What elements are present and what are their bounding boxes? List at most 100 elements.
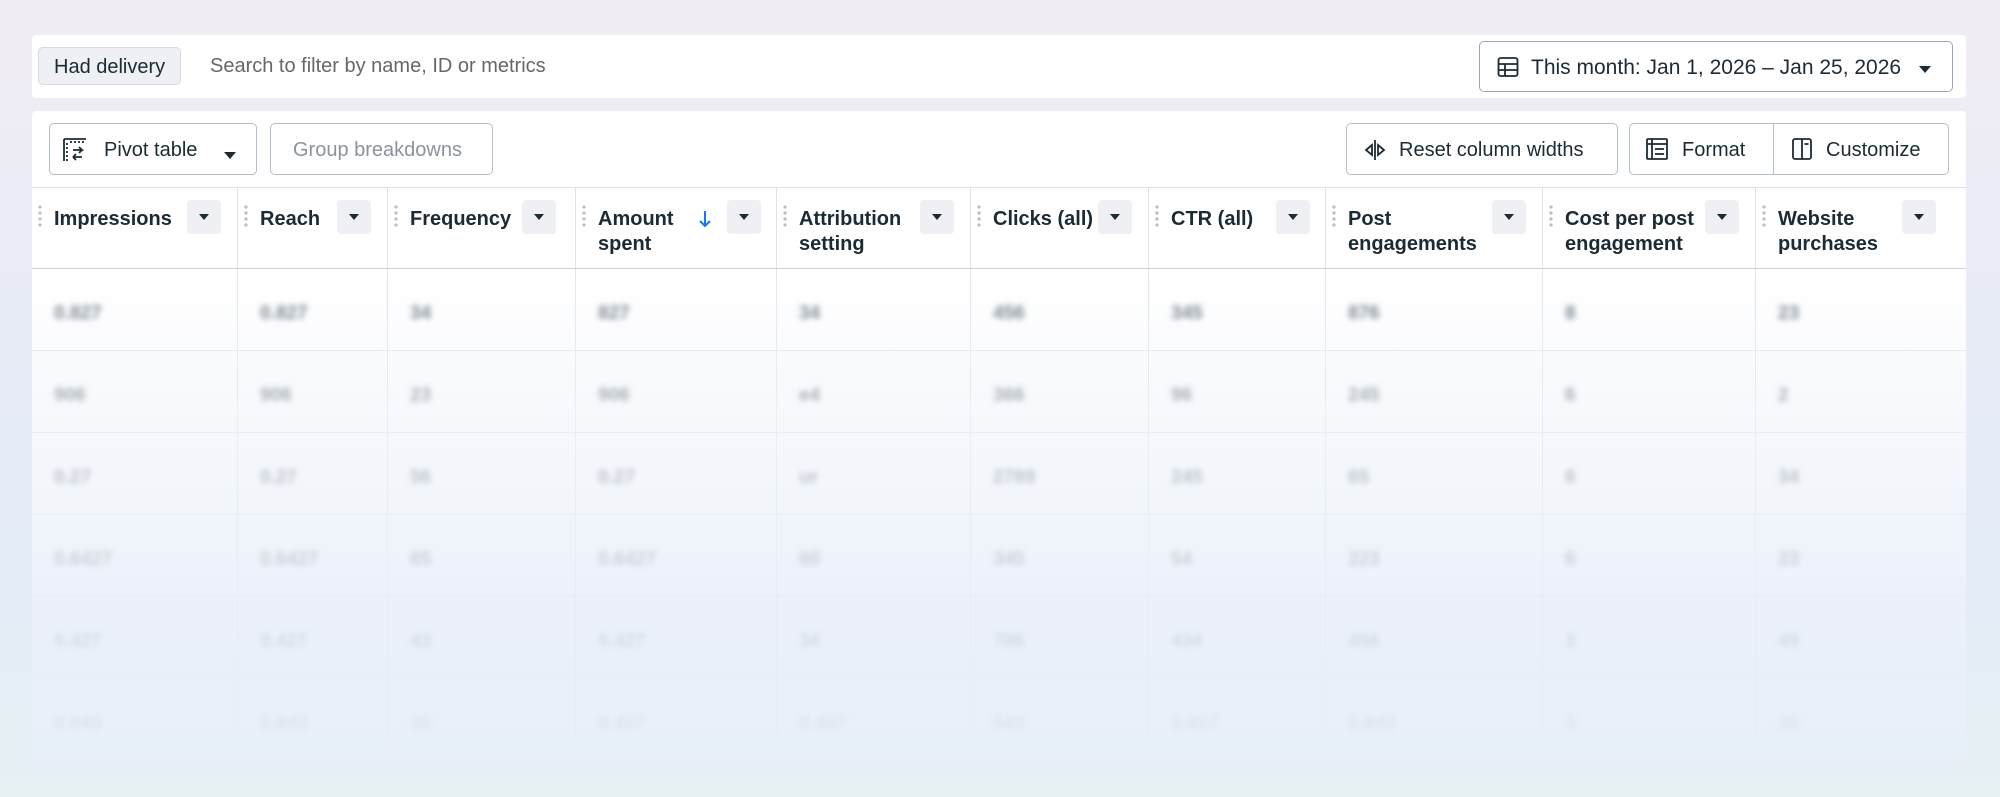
drag-handle-icon[interactable] xyxy=(783,204,787,228)
cell-value: 0.643 xyxy=(1348,713,1396,734)
cell-value: 245 xyxy=(1171,467,1203,488)
cell-value: 0.427 xyxy=(598,713,646,734)
drag-handle-icon[interactable] xyxy=(1762,204,1766,228)
column-menu-button[interactable] xyxy=(522,200,556,234)
table-cell: 3 xyxy=(1543,679,1756,761)
table-cell: 223 xyxy=(1326,515,1543,597)
cell-value: 366 xyxy=(993,385,1025,406)
drag-handle-icon[interactable] xyxy=(582,204,586,228)
column-menu-button[interactable] xyxy=(1902,200,1936,234)
column-header[interactable]: Amount spent xyxy=(576,188,777,268)
column-header[interactable]: Reach xyxy=(238,188,388,268)
table-cell: 345 xyxy=(1149,269,1326,351)
report-panel: Pivot table Group breakdowns Reset colum… xyxy=(32,111,1966,765)
column-header-line: Post xyxy=(1348,208,1392,230)
drag-handle-icon[interactable] xyxy=(1155,204,1159,228)
table-cell: 0.643 xyxy=(32,679,238,761)
drag-handle-icon[interactable] xyxy=(38,204,42,228)
column-header-label: CTR (all) xyxy=(1171,207,1253,232)
table-cell: 876 xyxy=(1326,269,1543,351)
cell-value: 23 xyxy=(410,385,432,406)
column-menu-button[interactable] xyxy=(1705,200,1739,234)
cell-value: 786 xyxy=(993,631,1025,652)
cell-value: 96 xyxy=(1171,385,1193,406)
table-row[interactable]: 0.827 0.827 34 827 34 456 345 876 8 23 xyxy=(32,269,1966,351)
column-header-line: engagements xyxy=(1348,233,1477,255)
chevron-down-icon xyxy=(1918,62,1932,80)
chevron-down-icon xyxy=(199,214,209,220)
column-header[interactable]: Website purchases xyxy=(1756,188,1966,268)
chevron-down-icon xyxy=(534,214,544,220)
group-breakdowns-button[interactable]: Group breakdowns xyxy=(270,123,493,175)
column-header[interactable]: Frequency xyxy=(388,188,576,268)
cell-value: 0.427 xyxy=(260,631,308,652)
drag-handle-icon[interactable] xyxy=(977,204,981,228)
table-row[interactable]: 0.643 0.643 32 0.427 0.427 543 0.427 0.643 3 32 xyxy=(32,679,1966,761)
cell-value: e4 xyxy=(799,385,821,406)
chevron-down-icon xyxy=(1288,214,1298,220)
column-menu-button[interactable] xyxy=(920,200,954,234)
sort-descending-icon[interactable] xyxy=(698,210,712,233)
cell-value: 0.427 xyxy=(799,713,847,734)
date-range-button[interactable]: This month: Jan 1, 2026 – Jan 25, 2026 xyxy=(1479,41,1953,92)
table-cell: 65 xyxy=(1326,433,1543,515)
format-icon xyxy=(1645,137,1669,166)
cell-value: 876 xyxy=(1348,303,1380,324)
column-header[interactable]: CTR (all) xyxy=(1149,188,1326,268)
pivot-icon xyxy=(62,137,88,169)
drag-handle-icon[interactable] xyxy=(244,204,248,228)
column-header-label: Amount spent xyxy=(598,207,674,257)
column-header-line: CTR (all) xyxy=(1171,208,1254,230)
drag-handle-icon[interactable] xyxy=(1332,204,1336,228)
format-button[interactable]: Format xyxy=(1630,124,1773,174)
column-header-line: Clicks (all) xyxy=(993,208,1094,230)
chevron-down-icon xyxy=(1504,214,1514,220)
table-cell: 2789 xyxy=(971,433,1149,515)
cell-value: 34 xyxy=(799,631,821,652)
column-header[interactable]: Clicks (all) xyxy=(971,188,1149,268)
table-row[interactable]: 0.6427 0.6427 65 0.6427 60 345 54 223 6 23 xyxy=(32,515,1966,597)
column-header[interactable]: Impressions xyxy=(32,188,238,268)
column-menu-button[interactable] xyxy=(1098,200,1132,234)
column-menu-button[interactable] xyxy=(187,200,221,234)
drag-handle-icon[interactable] xyxy=(1549,204,1553,228)
table-row[interactable]: 906 906 23 906 e4 366 96 245 6 2 xyxy=(32,351,1966,433)
column-header[interactable]: Post engagements xyxy=(1326,188,1543,268)
column-menu-button[interactable] xyxy=(337,200,371,234)
delivery-filter-chip[interactable]: Had delivery xyxy=(38,47,182,85)
reset-column-widths-button[interactable]: Reset column widths xyxy=(1346,123,1618,175)
table-cell: 245 xyxy=(1149,433,1326,515)
cell-value: 2 xyxy=(1778,385,1789,406)
table-cell: 0.6427 xyxy=(238,515,388,597)
pivot-table-button[interactable]: Pivot table xyxy=(49,123,257,175)
cell-value: 0.643 xyxy=(260,713,308,734)
cell-value: 0.27 xyxy=(260,467,297,488)
table-cell: 456 xyxy=(971,269,1149,351)
cell-value: 6 xyxy=(1565,385,1576,406)
search-input[interactable]: Search to filter by name, ID or metrics xyxy=(210,55,546,78)
table-cell: 434 xyxy=(1149,597,1326,679)
drag-handle-icon[interactable] xyxy=(394,204,398,228)
table-cell: 906 xyxy=(238,351,388,433)
column-header[interactable]: Attribution setting xyxy=(777,188,971,268)
column-menu-button[interactable] xyxy=(727,200,761,234)
customize-label: Customize xyxy=(1826,139,1921,161)
table-cell: 0.427 xyxy=(576,679,777,761)
table-row[interactable]: 0.427 0.427 43 0.427 34 786 434 456 3 45 xyxy=(32,597,1966,679)
column-header-label: Attribution setting xyxy=(799,207,901,257)
cell-value: 0.427 xyxy=(54,631,102,652)
cell-value: 45 xyxy=(1778,631,1800,652)
customize-button[interactable]: Customize xyxy=(1774,124,1949,174)
table-row[interactable]: 0.27 0.27 56 0.27 ur 2789 245 65 6 34 xyxy=(32,433,1966,515)
cell-value: 434 xyxy=(1171,631,1203,652)
cell-value: 2789 xyxy=(993,467,1036,488)
column-menu-button[interactable] xyxy=(1276,200,1310,234)
table-cell: 43 xyxy=(388,597,576,679)
column-header[interactable]: Cost per post engagement xyxy=(1543,188,1756,268)
column-header-label: Impressions xyxy=(54,207,172,232)
column-header-line: spent xyxy=(598,233,652,255)
column-menu-button[interactable] xyxy=(1492,200,1526,234)
cell-value: 827 xyxy=(598,303,630,324)
cell-value: 0.427 xyxy=(1171,713,1219,734)
cell-value: 34 xyxy=(410,303,432,324)
